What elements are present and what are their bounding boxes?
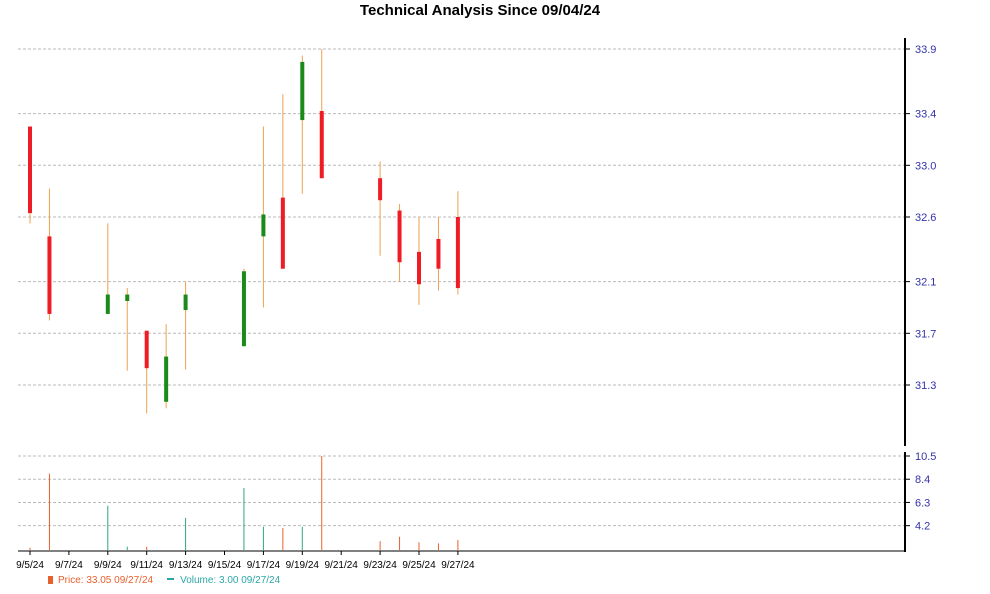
volume-tick-label: 4.2 xyxy=(915,521,930,533)
candle-body-down xyxy=(378,178,383,201)
x-tick-label: 9/13/24 xyxy=(169,560,203,571)
legend-volume: Volume: 3.00 09/27/24 xyxy=(167,575,280,586)
chart-canvas: 33.9 33.4 33.0 32.6 32.1 31.7 31.3 10.5 8.4 6.3 4.… xyxy=(16,38,936,571)
legend-volume-text: Volume: 3.00 09/27/24 xyxy=(180,575,281,586)
price-tick-label: 33.4 xyxy=(915,109,936,121)
candle-body-down xyxy=(397,210,402,263)
price-tick-label: 31.7 xyxy=(915,328,936,340)
candle-body-up xyxy=(105,294,110,314)
x-tick-label: 9/9/24 xyxy=(94,560,122,571)
candle-body-down xyxy=(436,238,441,269)
volume-tick-label: 8.4 xyxy=(915,474,930,486)
legend-price: Price: 33.05 09/27/24 xyxy=(48,575,153,586)
candle-body-up xyxy=(241,271,246,347)
price-tick-label: 31.3 xyxy=(915,380,936,392)
legend-volume-swatch xyxy=(167,578,175,580)
x-tick-label: 9/21/24 xyxy=(325,560,359,571)
candle-body-up xyxy=(261,214,266,237)
candle-body-up xyxy=(164,356,169,402)
x-tick-label: 9/25/24 xyxy=(402,560,436,571)
price-tick-label: 32.1 xyxy=(915,277,936,289)
price-tick-label: 33.0 xyxy=(915,160,936,172)
price-tick-label: 33.9 xyxy=(915,44,936,56)
candle-body-up xyxy=(300,61,305,121)
volume-tick-label: 10.5 xyxy=(915,451,936,463)
x-tick-label: 9/19/24 xyxy=(286,560,320,571)
x-tick-label: 9/15/24 xyxy=(208,560,242,571)
candle-body-up xyxy=(183,294,188,311)
x-tick-label: 9/5/24 xyxy=(16,560,44,571)
price-tick-label: 32.6 xyxy=(915,212,936,224)
legend-price-swatch xyxy=(48,576,53,584)
chart-container: Technical Analysis Since 09/04/24 33.9 33… xyxy=(0,0,990,594)
x-tick-label: 9/7/24 xyxy=(55,560,83,571)
candle-body-down xyxy=(47,236,52,314)
legend: Price: 33.05 09/27/24 Volume: 3.00 09/27… xyxy=(48,575,280,586)
x-tick-label: 9/11/24 xyxy=(130,560,163,571)
candle-body-up xyxy=(125,294,130,301)
x-tick-label: 9/17/24 xyxy=(247,560,281,571)
x-tick-label: 9/23/24 xyxy=(363,560,397,571)
candle-body-down xyxy=(144,330,149,369)
candle-body-down xyxy=(280,197,285,269)
legend-price-text: Price: 33.05 09/27/24 xyxy=(58,575,154,586)
volume-tick-label: 6.3 xyxy=(915,497,930,509)
x-tick-label: 9/27/24 xyxy=(441,560,475,571)
candle-body-down xyxy=(28,126,32,214)
candle-body-down xyxy=(455,217,460,289)
candle-body-down xyxy=(417,251,421,285)
candle-body-down xyxy=(319,111,324,179)
